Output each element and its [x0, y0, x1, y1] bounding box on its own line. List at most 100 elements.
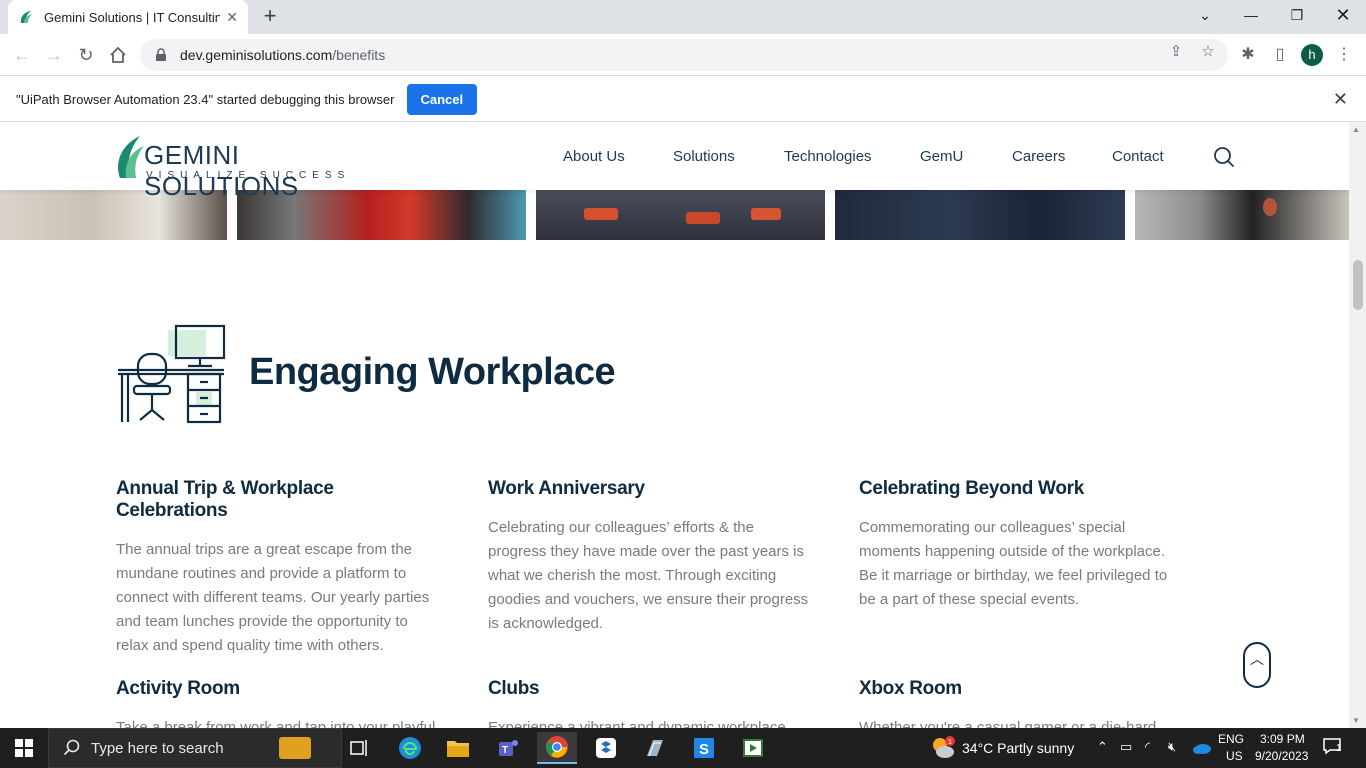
card-text: The annual trips are a great escape from… — [116, 541, 430, 654]
taskbar-studio-app[interactable]: S — [684, 732, 724, 764]
card-title: Annual Trip & Workplace Celebrations — [116, 478, 334, 521]
tray-chevron-up-icon[interactable]: ⌃ — [1097, 739, 1108, 755]
chrome-icon — [546, 736, 568, 758]
chrome-menu-icon[interactable]: ⋮ — [1333, 44, 1355, 66]
benefit-card: Xbox Room Whether you're a casual gamer … — [859, 678, 1189, 728]
taskbar-search-placeholder: Type here to search — [91, 739, 224, 757]
svg-text:T: T — [502, 745, 508, 756]
minimize-button[interactable]: — — [1228, 0, 1274, 30]
card-text: Whether you're a casual gamer or a die-h… — [859, 719, 1157, 728]
taskbar-notes-app[interactable] — [635, 732, 675, 764]
taskbar-dropbox-app[interactable] — [586, 732, 626, 764]
back-button[interactable]: ← — [10, 43, 34, 67]
task-view-button[interactable] — [340, 732, 380, 764]
side-panel-icon[interactable]: ▯ — [1269, 44, 1291, 66]
section-title: Engaging Workplace — [249, 351, 616, 393]
clock-date[interactable]: 9/20/2023 — [1255, 749, 1308, 763]
benefit-card: Clubs Experience a vibrant and dynamic w… — [488, 678, 818, 728]
reload-button[interactable]: ↻ — [74, 43, 98, 67]
close-window-button[interactable]: ✕ — [1320, 0, 1366, 30]
edge-icon — [399, 737, 421, 759]
tab-search-chevron-icon[interactable]: ⌄ — [1182, 0, 1228, 30]
box-app-icon — [596, 738, 616, 758]
logo-tagline: VISUALIZE SUCCESS — [146, 170, 351, 181]
taskbar-assistant-app[interactable] — [733, 732, 773, 764]
restore-button[interactable]: ❐ — [1274, 0, 1320, 30]
home-button[interactable] — [106, 43, 130, 67]
gemini-leaf-icon — [118, 136, 144, 178]
taskbar-chrome[interactable] — [537, 732, 577, 764]
taskbar-edge[interactable] — [390, 732, 430, 764]
task-view-icon — [350, 740, 367, 756]
svg-text:S: S — [699, 741, 709, 758]
wifi-icon[interactable]: ◜ — [1145, 739, 1150, 755]
browser-tab-active[interactable]: Gemini Solutions | IT Consulting ✕ — [8, 0, 248, 34]
infobar-close-icon[interactable]: ✕ — [1333, 89, 1348, 110]
nav-solutions[interactable]: Solutions — [673, 148, 735, 165]
scroll-to-top-button[interactable]: ︿ — [1243, 642, 1271, 688]
forward-button[interactable]: → — [42, 43, 66, 67]
lock-icon — [156, 48, 166, 61]
tab-title: Gemini Solutions | IT Consulting — [44, 9, 221, 25]
card-title: Xbox Room — [859, 678, 962, 699]
bookmark-star-icon[interactable]: ☆ — [1199, 42, 1217, 60]
card-title: Activity Room — [116, 678, 240, 699]
benefit-card: Activity Room Take a break from work and… — [116, 678, 446, 728]
tab-strip: Gemini Solutions | IT Consulting ✕ + ⌄ —… — [0, 0, 1366, 34]
volume-muted-icon[interactable]: 🔇︎ — [1168, 739, 1176, 755]
gallery-photo — [835, 190, 1125, 240]
gallery-photo — [536, 190, 825, 240]
benefit-card: Celebrating Beyond Work Commemorating ou… — [859, 478, 1189, 612]
language-top[interactable]: ENG — [1218, 732, 1244, 746]
gemini-favicon-icon — [20, 11, 32, 23]
taskbar-file-explorer[interactable] — [438, 732, 478, 764]
start-button[interactable] — [0, 728, 48, 768]
svg-text:1: 1 — [948, 739, 952, 746]
address-bar[interactable]: dev.geminisolutions.com/benefits — [140, 39, 1228, 71]
tab-close-icon[interactable]: ✕ — [226, 9, 238, 26]
card-text: Celebrating our colleagues’ efforts & th… — [488, 519, 809, 632]
card-title: Clubs — [488, 678, 540, 699]
clock-time[interactable]: 3:09 PM — [1260, 732, 1305, 746]
onedrive-cloud-icon[interactable] — [1192, 741, 1212, 755]
cancel-debug-button[interactable]: Cancel — [406, 83, 478, 115]
chevron-up-icon: ︿ — [1250, 651, 1264, 667]
nav-gemu[interactable]: GemU — [920, 148, 963, 165]
weather-text[interactable]: 34°C Partly sunny — [962, 740, 1074, 756]
profile-avatar[interactable]: h — [1301, 44, 1323, 66]
scroll-up-arrow-icon[interactable]: ▲ — [1352, 125, 1360, 134]
page-scrollbar[interactable]: ▲ ▼ — [1349, 122, 1366, 728]
briefcase-icon — [279, 737, 311, 759]
taskbar-search-box[interactable]: Type here to search — [48, 728, 342, 768]
new-tab-button[interactable]: + — [258, 5, 282, 29]
home-icon — [110, 46, 126, 63]
nav-careers[interactable]: Careers — [1012, 148, 1065, 165]
windows-logo-icon — [15, 739, 33, 757]
notes-icon — [647, 740, 663, 757]
card-text: Experience a vibrant and dynamic workpla… — [488, 719, 786, 728]
studio-icon: S — [694, 738, 714, 758]
url-text: dev.geminisolutions.com/benefits — [180, 47, 386, 63]
taskbar-teams[interactable]: T — [488, 732, 528, 764]
notification-center-button[interactable]: 1 — [1322, 737, 1350, 759]
web-page: GEMINI SOLUTIONS VISUALIZE SUCCESS About… — [0, 122, 1366, 728]
scrollbar-thumb[interactable] — [1353, 260, 1363, 310]
battery-icon[interactable]: ▭ — [1120, 739, 1132, 755]
nav-technologies[interactable]: Technologies — [784, 148, 872, 165]
card-title: Celebrating Beyond Work — [859, 478, 1085, 499]
browser-toolbar: ← → ↻ dev.geminisolutions.com/benefits ⇪… — [0, 34, 1366, 76]
nav-contact[interactable]: Contact — [1112, 148, 1164, 165]
gemini-logo[interactable]: GEMINI SOLUTIONS VISUALIZE SUCCESS — [116, 132, 376, 201]
extensions-icon[interactable]: ✱ — [1237, 44, 1259, 66]
scroll-down-arrow-icon[interactable]: ▼ — [1352, 716, 1360, 725]
search-icon[interactable] — [1213, 146, 1235, 168]
nav-about-us[interactable]: About Us — [563, 148, 625, 165]
windows-taskbar: Type here to search T S 1 34°C Partly su… — [0, 728, 1366, 768]
site-header: GEMINI SOLUTIONS VISUALIZE SUCCESS About… — [0, 126, 1349, 201]
play-app-icon — [743, 739, 763, 757]
share-icon[interactable]: ⇪ — [1167, 42, 1185, 60]
benefit-card: Work Anniversary Celebrating our colleag… — [488, 478, 818, 636]
language-bottom[interactable]: US — [1226, 749, 1243, 763]
folder-icon — [447, 741, 469, 757]
workplace-desk-icon — [118, 324, 226, 424]
